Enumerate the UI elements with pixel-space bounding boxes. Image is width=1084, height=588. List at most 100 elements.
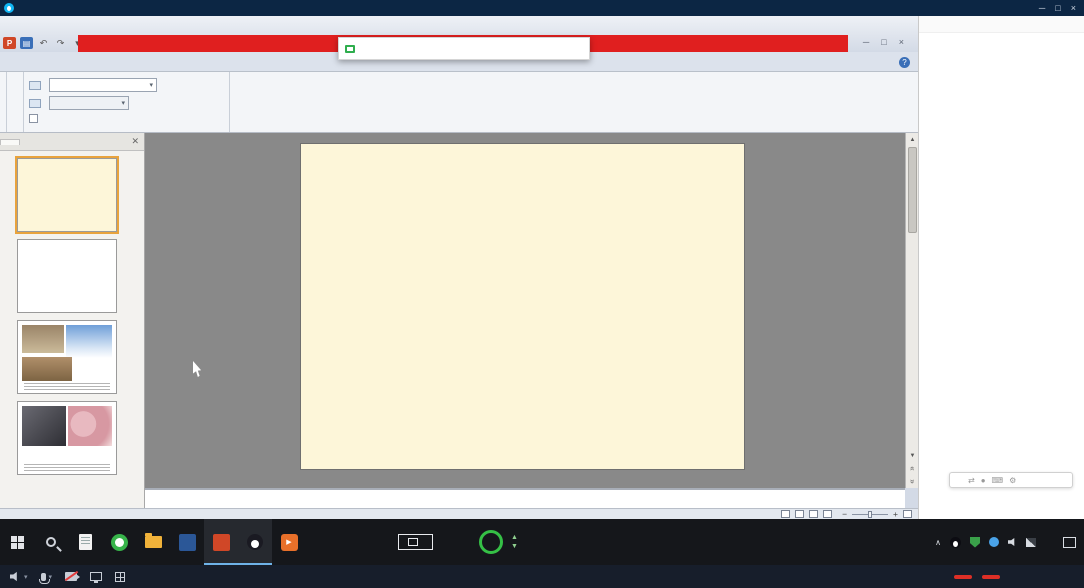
ime-keyboard-icon[interactable]: ⌨ bbox=[992, 476, 1004, 485]
screen-share-toggle[interactable] bbox=[90, 572, 102, 581]
undo-icon[interactable]: ↶ bbox=[37, 37, 50, 49]
monitor-icon bbox=[408, 538, 418, 546]
tray-network-icon[interactable] bbox=[1026, 538, 1036, 547]
search-button[interactable] bbox=[34, 519, 68, 565]
slide-thumbnail-3[interactable] bbox=[17, 320, 117, 394]
slide-thumbnail-4[interactable] bbox=[17, 401, 117, 475]
save-icon[interactable]: ▤ bbox=[20, 37, 33, 49]
members-header bbox=[919, 16, 1084, 33]
tray-security-icon[interactable] bbox=[970, 537, 980, 548]
action-center-icon[interactable] bbox=[1063, 537, 1076, 548]
camera-toggle[interactable] bbox=[65, 572, 77, 581]
display-position-dropdown: ▾ bbox=[49, 96, 129, 110]
presenter-view-checkbox[interactable] bbox=[29, 114, 42, 123]
slide-number bbox=[2, 401, 17, 475]
help-icon[interactable]: ? bbox=[899, 57, 910, 68]
pane-close-icon[interactable]: ✕ bbox=[131, 136, 139, 147]
ime-settings-icon[interactable]: ⚙ bbox=[1009, 476, 1016, 485]
ribbon-group-setup bbox=[7, 72, 24, 132]
layout-toggle[interactable] bbox=[115, 572, 125, 582]
slide-thumbnail-row bbox=[2, 320, 140, 394]
speaker-icon bbox=[10, 571, 21, 582]
quick-access-toolbar: P ▤ ↶ ↷ ▾ bbox=[3, 37, 84, 49]
layout-grid-icon bbox=[115, 572, 125, 582]
system-tray: ∧ bbox=[935, 537, 1076, 548]
exit-button[interactable] bbox=[954, 575, 972, 579]
taskbar-video-player[interactable]: ▶ bbox=[272, 519, 306, 565]
slide-scrollbar[interactable]: ▲ ▼ « » bbox=[905, 133, 918, 488]
tab-slides[interactable] bbox=[0, 139, 20, 145]
powerpoint-window: P ▤ ↶ ↷ ▾ ─ □ × ? bbox=[0, 16, 918, 519]
ime-swap-icon[interactable]: ⇄ bbox=[968, 476, 975, 485]
browser-icon bbox=[111, 534, 128, 551]
fit-to-window-icon[interactable] bbox=[903, 510, 912, 518]
network-speed: ▲ ▼ bbox=[511, 533, 518, 551]
tray-expand-icon[interactable]: ∧ bbox=[935, 538, 941, 547]
slide-thumbnail-row bbox=[2, 158, 140, 232]
maximize-icon[interactable]: □ bbox=[1055, 3, 1060, 13]
taskbar-qq[interactable] bbox=[238, 519, 272, 565]
taskbar-browser[interactable] bbox=[102, 519, 136, 565]
slide-canvas[interactable] bbox=[145, 133, 905, 488]
slide-sorter-icon[interactable] bbox=[795, 510, 804, 518]
slides-pane: ✕ bbox=[0, 133, 145, 508]
zoom-out-icon[interactable]: − bbox=[842, 509, 847, 519]
word-icon bbox=[179, 534, 196, 551]
photo-placeholder bbox=[22, 357, 72, 381]
taskbar-notepad[interactable] bbox=[68, 519, 102, 565]
slide-thumbnail-1[interactable] bbox=[17, 158, 117, 232]
notepad-icon bbox=[79, 534, 92, 550]
mouse-cursor bbox=[193, 361, 204, 377]
lungs-photo-placeholder bbox=[68, 406, 112, 446]
battery-indicator[interactable] bbox=[479, 530, 503, 554]
tab-outline[interactable] bbox=[20, 139, 38, 144]
status-bar: − + bbox=[0, 508, 918, 519]
resolution-dropdown[interactable]: ▾ bbox=[49, 78, 157, 92]
tray-volume-icon[interactable] bbox=[1008, 538, 1017, 547]
reading-view-icon[interactable] bbox=[809, 510, 818, 518]
tray-app-icon[interactable] bbox=[989, 537, 999, 547]
minimize-icon[interactable]: ─ bbox=[1039, 3, 1045, 13]
screen: ─ □ × P ▤ ↶ ↷ ▾ ─ □ × bbox=[0, 0, 1084, 588]
tray-qq-icon[interactable] bbox=[950, 537, 961, 548]
end-call-button[interactable] bbox=[982, 575, 1000, 579]
slide-thumbnail-row bbox=[2, 239, 140, 313]
group-members-panel: ⇄ ● ⌨ ⚙ bbox=[918, 16, 1084, 519]
microphone-control[interactable]: ▾ bbox=[41, 573, 53, 581]
qq-logo-icon bbox=[4, 3, 14, 13]
close-icon[interactable]: × bbox=[1071, 3, 1076, 13]
screen-share-icon bbox=[90, 572, 102, 581]
ime-mic-icon[interactable]: ● bbox=[981, 476, 986, 485]
slide-thumbnail-row bbox=[2, 401, 140, 475]
checkbox-icon bbox=[29, 114, 38, 123]
ppt-close-icon[interactable]: × bbox=[899, 37, 904, 47]
qq-titlebar: ─ □ × bbox=[0, 0, 1084, 16]
caption-lines bbox=[24, 383, 110, 390]
ppt-restore-icon[interactable]: □ bbox=[881, 37, 886, 47]
taskbar-file-explorer[interactable] bbox=[136, 519, 170, 565]
powerpoint-logo-icon[interactable]: P bbox=[3, 37, 16, 49]
screen-share-icon bbox=[345, 45, 355, 53]
ime-toolbar[interactable]: ⇄ ● ⌨ ⚙ bbox=[949, 472, 1073, 488]
notes-pane[interactable] bbox=[145, 488, 905, 508]
photo-placeholder bbox=[22, 406, 66, 446]
start-button[interactable] bbox=[0, 519, 34, 565]
call-control-bar: ▾ ▾ bbox=[0, 565, 1084, 588]
speaker-control[interactable]: ▾ bbox=[10, 571, 28, 582]
slide-number bbox=[2, 320, 17, 394]
display-ratio-box[interactable] bbox=[398, 534, 433, 550]
slide[interactable] bbox=[300, 143, 745, 470]
taskbar-word[interactable] bbox=[170, 519, 204, 565]
scrollbar-thumb[interactable] bbox=[908, 147, 917, 233]
slideshow-view-icon[interactable] bbox=[823, 510, 832, 518]
zoom-in-icon[interactable]: + bbox=[893, 509, 898, 519]
slide-number bbox=[2, 158, 17, 232]
zoom-slider[interactable] bbox=[852, 514, 888, 515]
redo-icon[interactable]: ↷ bbox=[54, 37, 67, 49]
qq-icon bbox=[247, 534, 263, 550]
taskbar-powerpoint[interactable] bbox=[204, 519, 238, 565]
ppt-minimize-icon[interactable]: ─ bbox=[863, 37, 869, 47]
slide-thumbnail-2[interactable] bbox=[17, 239, 117, 313]
normal-view-icon[interactable] bbox=[781, 510, 790, 518]
ribbon-group-start-slideshow bbox=[0, 72, 7, 132]
